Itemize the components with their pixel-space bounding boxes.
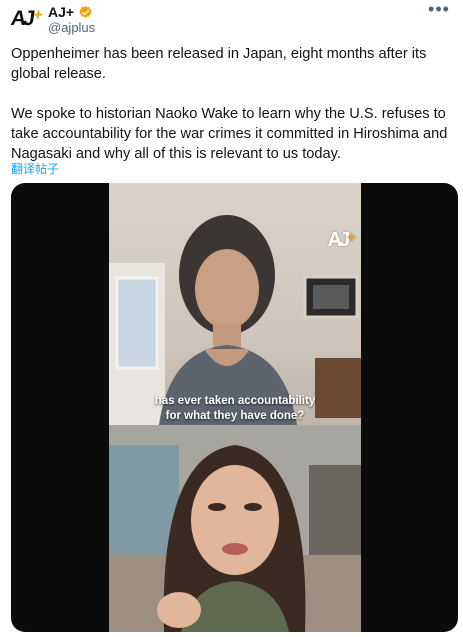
- video-speaker-bottom: [109, 425, 361, 632]
- more-dots-icon[interactable]: •••: [427, 0, 451, 22]
- tweet-paragraph-1: Oppenheimer has been released in Japan, …: [11, 46, 427, 82]
- video-media[interactable]: AJ+ has ever taken accountability for wh…: [11, 183, 458, 632]
- aj-plus-logo: AJ+: [9, 7, 41, 30]
- caption-line-2: for what they have done?: [165, 410, 305, 422]
- video-frame[interactable]: AJ+ has ever taken accountability for wh…: [109, 183, 361, 632]
- user-handle[interactable]: @ajplus: [48, 20, 95, 35]
- avatar[interactable]: AJ+: [9, 4, 41, 34]
- name-row: AJ+: [48, 4, 93, 20]
- tweet-text: Oppenheimer has been released in Japan, …: [11, 44, 453, 164]
- tweet-header: AJ+ AJ+ @ajplus •••: [0, 0, 463, 40]
- verified-badge-icon: [78, 5, 93, 20]
- video-speaker-top: [109, 183, 361, 425]
- caption-line-1: has ever taken accountability: [154, 395, 316, 407]
- display-name[interactable]: AJ+: [48, 4, 74, 20]
- tweet-paragraph-2: We spoke to historian Naoko Wake to lear…: [11, 106, 448, 162]
- aj-plus-watermark: AJ+: [327, 229, 356, 251]
- translate-post-link[interactable]: 翻译帖子: [11, 160, 59, 177]
- video-caption: has ever taken accountability for what t…: [109, 394, 361, 424]
